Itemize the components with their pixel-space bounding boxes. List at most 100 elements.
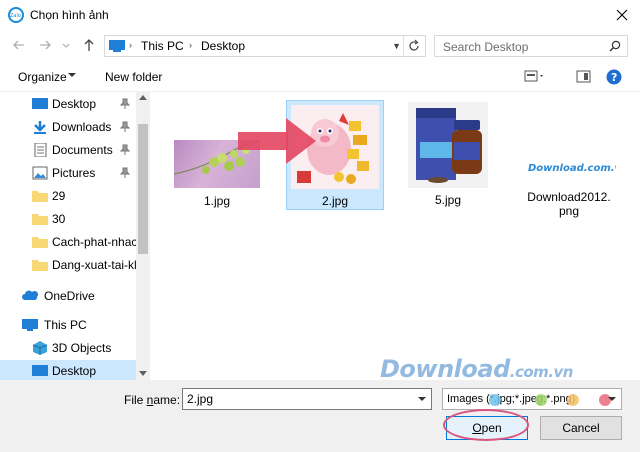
nav-item-this-pc[interactable]: This PC	[0, 314, 136, 336]
nav-item-label: This PC	[44, 318, 87, 332]
search-icon	[609, 40, 621, 52]
svg-text:Zalo: Zalo	[10, 13, 21, 19]
file-list-area: 1.jpg 2.jpg 5.jpg Download.com. Download…	[152, 92, 640, 380]
desktop-icon	[32, 365, 48, 376]
file-name: 2.jpg	[321, 194, 349, 208]
watermark: Download.com.vn	[380, 355, 573, 383]
nav-item-3d-objects[interactable]: 3D Objects	[0, 337, 136, 359]
scroll-down-icon[interactable]	[139, 371, 147, 376]
breadcrumb-separator-icon: ›	[189, 40, 192, 50]
arrow-up-icon	[84, 39, 94, 51]
file-name: 1.jpg	[203, 194, 231, 208]
address-dropdown-icon[interactable]: ▼	[392, 41, 401, 51]
nav-item-folder-30[interactable]: 30	[0, 208, 136, 230]
thumbnail-logo-text: Download.com.vn	[528, 163, 616, 174]
scrollbar-thumb[interactable]	[138, 124, 148, 254]
nav-item-label: Desktop	[52, 97, 97, 111]
nav-item-label: Documents	[52, 143, 113, 157]
chevron-down-icon	[62, 43, 70, 48]
file-name-label-part: ame:	[153, 393, 181, 407]
refresh-icon	[409, 39, 419, 51]
back-button[interactable]	[10, 36, 28, 54]
nav-item-folder-cach-phat-nhac[interactable]: Cach-phat-nhac	[0, 231, 136, 253]
file-name-label-part: File	[124, 393, 147, 407]
nav-item-folder-dang-xuat[interactable]: Dang-xuat-tai-kl	[0, 254, 136, 276]
forward-button[interactable]	[36, 36, 54, 54]
3d-objects-icon	[32, 341, 48, 355]
file-name-label: File name:	[124, 393, 180, 407]
nav-item-label: Desktop	[52, 364, 97, 378]
up-button[interactable]	[80, 36, 98, 54]
nav-item-label: Cach-phat-nhac	[52, 235, 136, 249]
pictures-icon	[32, 166, 48, 180]
nav-item-label: OneDrive	[44, 289, 95, 303]
pin-icon[interactable]	[120, 121, 130, 133]
address-bar[interactable]: › This PC › Desktop ▼	[104, 35, 426, 57]
arrow-left-icon	[13, 40, 24, 50]
nav-item-onedrive[interactable]: OneDrive	[0, 285, 136, 307]
arrow-right-icon	[40, 40, 51, 50]
refresh-button[interactable]	[403, 36, 425, 56]
pin-icon[interactable]	[120, 98, 130, 110]
decor-dot	[489, 394, 501, 406]
watermark-sub: .com.vn	[509, 363, 574, 381]
close-button[interactable]	[610, 3, 634, 27]
documents-icon	[34, 143, 47, 157]
decor-dot	[567, 394, 579, 406]
file-item-download2012[interactable]: Download.com.vn Download2012. png	[522, 148, 616, 228]
onedrive-icon	[22, 290, 38, 300]
folder-icon	[32, 260, 48, 271]
highlight-ring	[443, 409, 529, 441]
organize-caret-icon	[68, 73, 76, 77]
navigation-pane: Desktop Downloads Documents Pictures 29 …	[0, 92, 150, 380]
this-pc-icon	[109, 40, 125, 52]
nav-item-downloads[interactable]: Downloads	[0, 116, 136, 138]
breadcrumb-this-pc[interactable]: This PC	[141, 39, 184, 53]
organize-button[interactable]: Organize	[18, 70, 67, 84]
file-name-dropdown-icon[interactable]	[418, 397, 426, 401]
zalo-app-icon: Zalo	[8, 7, 24, 23]
file-type-dropdown-icon[interactable]	[608, 397, 616, 401]
file-thumbnail	[408, 102, 488, 188]
scroll-up-icon[interactable]	[139, 95, 147, 100]
svg-text:?: ?	[611, 71, 617, 84]
file-name-value: 2.jpg	[187, 392, 214, 406]
breadcrumb-desktop[interactable]: Desktop	[201, 39, 245, 53]
file-name-line1: Download2012.	[527, 190, 611, 204]
nav-item-folder-29[interactable]: 29	[0, 185, 136, 207]
nav-item-desktop-selected[interactable]: Desktop	[0, 360, 136, 380]
search-box[interactable]: Search Desktop	[434, 35, 628, 57]
download-icon	[34, 121, 46, 134]
file-name: 5.jpg	[434, 193, 462, 207]
nav-item-label: 3D Objects	[52, 341, 112, 355]
folder-icon	[32, 237, 48, 248]
dialog-footer: File name: 2.jpg Images (*.jpg;*.jpeg;*.…	[0, 380, 640, 452]
nav-item-label: 30	[52, 212, 66, 226]
pin-icon[interactable]	[120, 144, 130, 156]
file-name-input[interactable]: 2.jpg	[182, 388, 432, 410]
new-folder-button[interactable]: New folder	[105, 70, 162, 84]
pointer-arrow-icon	[238, 118, 316, 164]
change-view-icon[interactable]	[524, 69, 546, 85]
nav-pane-scrollbar[interactable]	[136, 92, 150, 380]
nav-item-desktop[interactable]: Desktop	[0, 93, 136, 115]
this-pc-icon	[22, 319, 38, 331]
supplement-box-thumbnail-icon	[416, 108, 482, 183]
pin-icon[interactable]	[120, 167, 130, 179]
preview-pane-icon[interactable]	[576, 69, 592, 85]
help-icon[interactable]: ?	[606, 69, 624, 87]
nav-item-label: Downloads	[52, 120, 112, 134]
file-thumbnail: Download.com.vn	[522, 160, 616, 180]
file-name-line2: png	[558, 204, 580, 218]
desktop-icon	[32, 98, 48, 109]
nav-item-label: 29	[52, 189, 66, 203]
nav-item-pictures[interactable]: Pictures	[0, 162, 136, 184]
nav-item-documents[interactable]: Documents	[0, 139, 136, 161]
cancel-button[interactable]: Cancel	[540, 416, 622, 440]
recent-locations-button[interactable]	[60, 36, 72, 54]
decor-dot	[535, 394, 547, 406]
folder-icon	[32, 214, 48, 225]
search-placeholder: Search Desktop	[443, 40, 529, 54]
file-item-5[interactable]: 5.jpg	[406, 100, 490, 210]
file-type-select[interactable]: Images (*.jpg;*.jpeg;*.png)	[442, 388, 622, 410]
